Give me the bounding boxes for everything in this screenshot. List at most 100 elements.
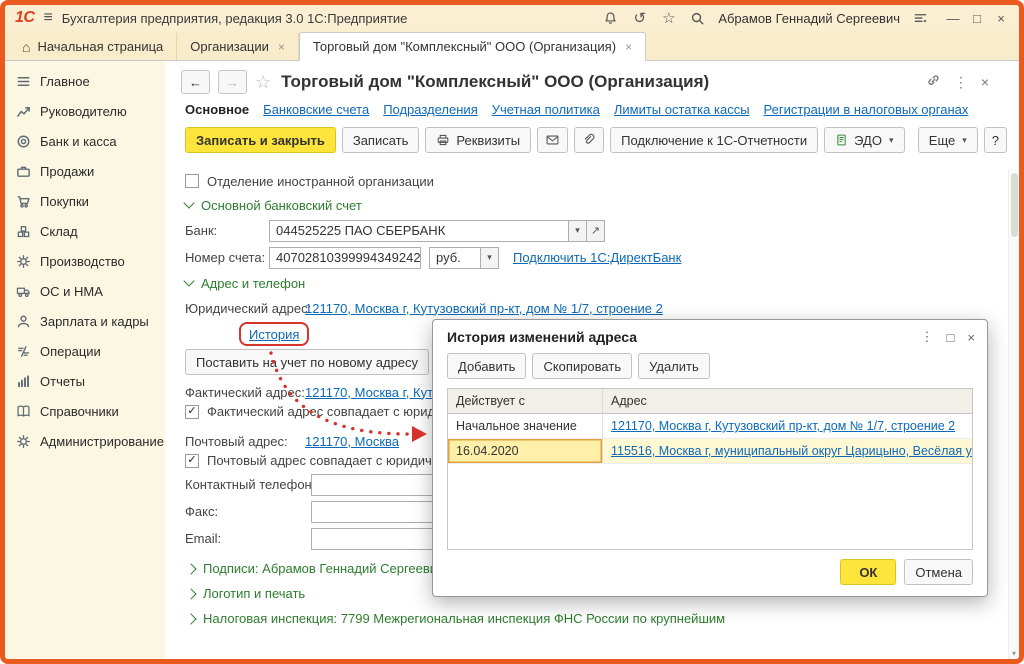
more-actions-icon[interactable]: ⋮ [954, 74, 968, 91]
bank-input[interactable]: 044525225 ПАО СБЕРБАНК [269, 220, 569, 242]
attachments-button[interactable] [574, 127, 604, 153]
legal-address-link[interactable]: 121170, Москва г, Кутузовский пр-кт, дом… [305, 301, 663, 316]
service-menu-icon[interactable] [912, 10, 929, 27]
sidebar-item-references[interactable]: Справочники [5, 396, 165, 426]
favorites-star-icon[interactable]: ☆ [660, 10, 677, 27]
nav-main[interactable]: Основное [185, 102, 249, 117]
currency-dropdown-button[interactable]: ▾ [481, 247, 499, 269]
tab-organization-form-label: Торговый дом "Комплексный" ООО (Организа… [313, 39, 616, 54]
save-button[interactable]: Записать [342, 127, 420, 153]
requisites-button[interactable]: Реквизиты [425, 127, 531, 153]
address-section-label: Адрес и телефон [201, 276, 305, 291]
tab-organization-form[interactable]: Торговый дом "Комплексный" ООО (Организа… [299, 32, 646, 61]
row-address-cell[interactable]: 121170, Москва г, Кутузовский пр-кт, дом… [603, 414, 972, 438]
bank-section-header[interactable]: Основной банковский счет [185, 198, 362, 213]
sidebar-item-administration[interactable]: Администрирование [5, 426, 165, 456]
save-and-close-button[interactable]: Записать и закрыть [185, 127, 336, 153]
connect-1c-reporting-button[interactable]: Подключение к 1С-Отчетности [610, 127, 818, 153]
column-header-address[interactable]: Адрес [603, 389, 972, 413]
notifications-bell-icon[interactable] [602, 10, 619, 27]
sidebar-item-purchases[interactable]: Покупки [5, 186, 165, 216]
bank-open-button[interactable]: ↗ [587, 220, 605, 242]
history-icon[interactable]: ↺ [631, 10, 648, 27]
table-row-selected[interactable]: 16.04.2020 115516, Москва г, муниципальн… [448, 439, 972, 464]
form-header-actions: ⋮ × [926, 73, 1003, 91]
edo-button[interactable]: ЭДО ▾ [824, 127, 904, 153]
tax-office-section-header[interactable]: Налоговая инспекция: 7799 Межрегиональна… [185, 611, 725, 626]
sidebar-item-bank-cash[interactable]: Банк и касса [5, 126, 165, 156]
scrollbar-thumb[interactable] [1011, 173, 1018, 237]
row-address-link[interactable]: 121170, Москва г, Кутузовский пр-кт, дом… [611, 419, 955, 433]
nav-cash-limits[interactable]: Лимиты остатка кассы [614, 102, 750, 117]
row-address-link[interactable]: 115516, Москва г, муниципальный округ Ца… [611, 444, 972, 458]
postal-address-link[interactable]: 121170, Москва [305, 434, 399, 449]
postal-same-checkbox[interactable]: ✓ [185, 454, 199, 468]
address-section-header[interactable]: Адрес и телефон [185, 276, 305, 291]
sidebar-item-reports[interactable]: Отчеты [5, 366, 165, 396]
row-date-selected[interactable]: 16.04.2020 [448, 439, 603, 463]
minimize-button[interactable]: — [943, 11, 963, 26]
dialog-close-icon[interactable]: × [967, 330, 975, 345]
more-button[interactable]: Еще ▾ [918, 127, 978, 153]
tab-close-icon[interactable]: × [625, 40, 632, 54]
delete-button[interactable]: Удалить [638, 353, 710, 379]
get-link-icon[interactable] [926, 73, 941, 91]
send-email-button[interactable] [537, 127, 568, 153]
tab-organizations[interactable]: Организации × [177, 33, 299, 60]
back-button[interactable]: ← [181, 70, 210, 94]
forward-button[interactable]: → [218, 70, 247, 94]
table-row[interactable]: Начальное значение 121170, Москва г, Кут… [448, 414, 972, 439]
close-form-icon[interactable]: × [981, 74, 989, 90]
sidebar-item-manager[interactable]: Руководителю [5, 96, 165, 126]
sidebar-item-sales[interactable]: Продажи [5, 156, 165, 186]
current-user[interactable]: Абрамов Геннадий Сергеевич [718, 11, 900, 26]
edo-document-icon [835, 133, 848, 147]
dialog-more-icon[interactable]: ⋮ [921, 329, 934, 345]
postal-address-label: Почтовый адрес: [185, 434, 305, 449]
person-icon [16, 314, 31, 329]
vertical-scrollbar[interactable]: ▾ [1008, 169, 1019, 660]
save-label: Записать [353, 133, 409, 148]
close-window-button[interactable]: × [991, 11, 1011, 26]
row-date[interactable]: Начальное значение [448, 414, 603, 438]
favorite-star-icon[interactable]: ☆ [255, 72, 271, 93]
more-label: Еще [929, 133, 955, 148]
ok-button[interactable]: ОК [840, 559, 896, 585]
account-input[interactable]: 40702810399994349242 [269, 247, 421, 269]
history-link[interactable]: История [249, 327, 299, 342]
directbank-link[interactable]: Подключить 1С:ДиректБанк [513, 250, 681, 265]
sidebar-item-fixed-assets[interactable]: ОС и НМА [5, 276, 165, 306]
search-icon[interactable] [689, 10, 706, 27]
add-button[interactable]: Добавить [447, 353, 526, 379]
sidebar-item-operations[interactable]: Операции [5, 336, 165, 366]
scrollbar-down-icon[interactable]: ▾ [1009, 649, 1019, 658]
reregister-button[interactable]: Поставить на учет по новому адресу [185, 349, 429, 375]
copy-label: Скопировать [543, 359, 621, 374]
column-header-date[interactable]: Действует с [448, 389, 603, 413]
nav-tax-registrations[interactable]: Регистрации в налоговых органах [764, 102, 969, 117]
foreign-branch-checkbox[interactable] [185, 174, 199, 188]
chevron-down-icon [183, 197, 194, 208]
help-label: ? [992, 133, 999, 148]
dialog-maximize-icon[interactable]: □ [947, 330, 955, 345]
sidebar-item-warehouse[interactable]: Склад [5, 216, 165, 246]
help-button[interactable]: ? [984, 127, 1007, 153]
actual-same-checkbox[interactable]: ✓ [185, 405, 199, 419]
sidebar-item-main[interactable]: Главное [5, 66, 165, 96]
copy-button[interactable]: Скопировать [532, 353, 632, 379]
sidebar-item-payroll-hr[interactable]: Зарплата и кадры [5, 306, 165, 336]
bank-dropdown-button[interactable]: ▾ [569, 220, 587, 242]
tab-home[interactable]: ⌂ Начальная страница [9, 33, 177, 60]
tab-close-icon[interactable]: × [278, 40, 285, 54]
nav-accounting-policy[interactable]: Учетная политика [492, 102, 600, 117]
nav-departments[interactable]: Подразделения [383, 102, 478, 117]
logo-stamp-section-header[interactable]: Логотип и печать [185, 586, 305, 601]
sidebar-item-production[interactable]: Производство [5, 246, 165, 276]
nav-bank-accounts[interactable]: Банковские счета [263, 102, 369, 117]
dialog-toolbar: Добавить Скопировать Удалить [433, 351, 987, 388]
row-address-cell[interactable]: 115516, Москва г, муниципальный округ Ца… [603, 439, 972, 463]
main-menu-icon[interactable]: ≡ [43, 9, 52, 27]
maximize-button[interactable]: □ [967, 11, 987, 26]
currency-select[interactable]: руб. [429, 247, 481, 269]
cancel-button[interactable]: Отмена [904, 559, 973, 585]
